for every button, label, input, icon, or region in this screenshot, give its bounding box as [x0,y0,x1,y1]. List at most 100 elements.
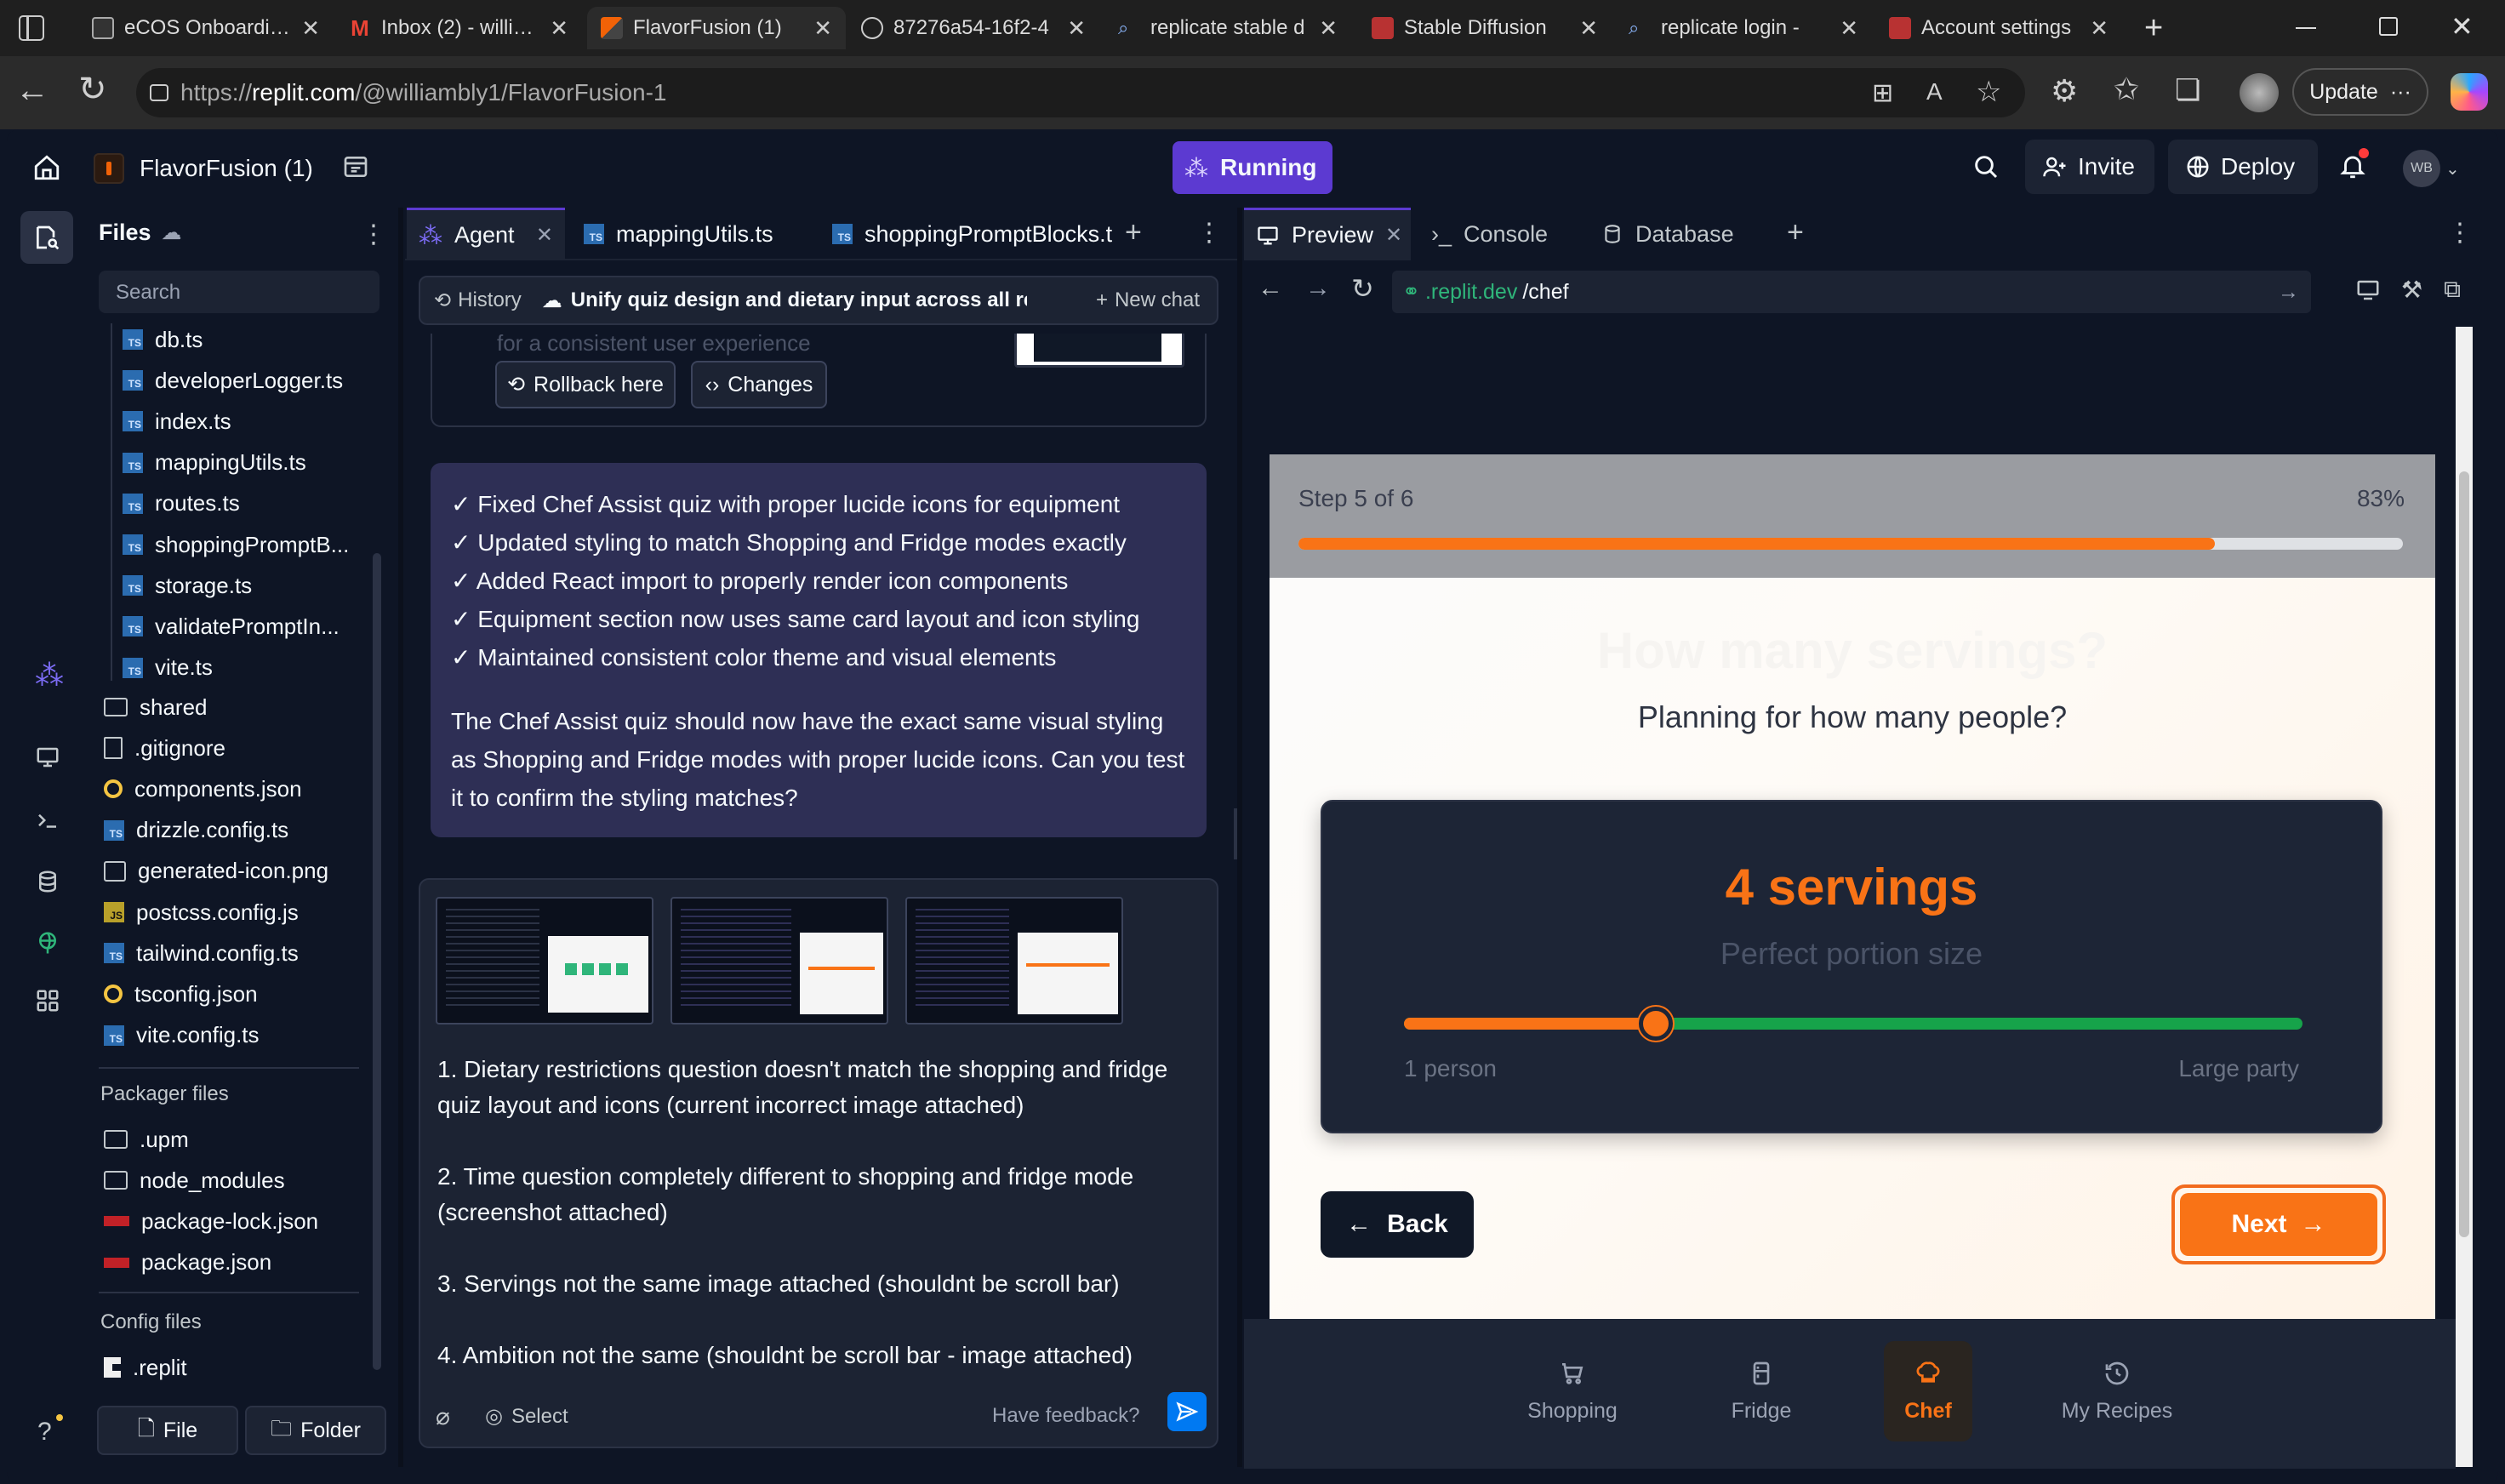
file-item[interactable]: TS storage.ts [123,566,252,605]
preview-more-icon[interactable]: ⋮ [2447,218,2473,248]
close-window-icon[interactable]: ✕ [2451,10,2474,43]
restore-window-icon[interactable] [2379,17,2398,36]
servings-slider[interactable] [1404,1007,2302,1041]
tab-preview[interactable]: Preview ✕ [1244,208,1411,260]
new-file-button[interactable]: 🗋 File [97,1406,238,1455]
file-item[interactable]: TS vite.config.ts [104,1016,260,1055]
browser-tab-ecos[interactable]: eCOS Onboarding ✕ [78,7,334,49]
open-new-tab-icon[interactable]: ⧉ [2444,276,2461,304]
agent-icon[interactable]: ⁂ [32,659,66,693]
reload-icon[interactable]: ↻ [78,70,107,109]
tab-agent[interactable]: ⁂ Agent ✕ [407,208,565,260]
home-icon[interactable] [32,153,61,182]
browser-update-button[interactable]: Update ··· [2292,68,2428,116]
close-icon[interactable]: ✕ [813,15,832,42]
attached-screenshot-2[interactable] [670,897,888,1025]
app-available-icon[interactable]: ⊞ [1872,78,1893,108]
browser-tab-inbox[interactable]: M Inbox (2) - william ✕ [335,7,582,49]
close-icon[interactable]: ✕ [2090,15,2108,42]
console-icon[interactable] [31,803,65,837]
deployments-icon[interactable] [31,926,65,960]
read-aloud-icon[interactable]: A [1926,78,1943,106]
tabs-more-icon[interactable]: ⋮ [1196,218,1222,248]
file-item[interactable]: .replit [104,1348,187,1387]
tab-mappingutils[interactable]: TS mappingUtils.ts [572,208,785,260]
file-item[interactable]: TS vite.ts [123,648,213,688]
checkpoint-thumbnail[interactable] [1014,334,1184,368]
back-arrow-icon[interactable]: ← [15,71,49,110]
tab-console[interactable]: ›_ Console [1419,208,1560,260]
all-tools-grid-icon[interactable] [31,984,65,1018]
project-selector[interactable]: FlavorFusion (1) [94,145,313,192]
tab-database[interactable]: Database [1589,208,1746,260]
file-item[interactable]: TS tailwind.config.ts [104,933,299,973]
preview-scrollbar[interactable] [2456,327,2473,1467]
invite-button[interactable]: Invite [2025,140,2154,194]
database-icon[interactable] [31,865,65,899]
nav-item-chef[interactable]: Chef [1884,1341,1972,1441]
close-icon[interactable]: ✕ [1579,15,1598,42]
browser-tab-replicate-login[interactable]: ⌕ replicate login - ✕ [1615,7,1872,49]
help-button[interactable]: ? [37,1414,63,1447]
devtools-wrench-icon[interactable]: ⚒ [2401,276,2422,304]
select-element-button[interactable]: ◎ Select [485,1404,568,1429]
browser-tab-replicate-stable[interactable]: ⌕ replicate stable d ✕ [1104,7,1351,49]
feedback-link[interactable]: Have feedback? [992,1404,1139,1428]
close-icon[interactable]: ✕ [536,223,553,248]
preview-monitor-icon[interactable] [31,740,65,774]
panel-divider-left[interactable] [398,208,403,1467]
user-avatar[interactable]: WB ⌄ [2403,150,2460,187]
file-item[interactable]: TS shoppingPromptB... [123,525,349,564]
new-tab-plus-icon[interactable]: + [2144,10,2163,47]
slider-thumb[interactable] [1639,1007,1673,1041]
browser-tab-flavorfusion[interactable]: FlavorFusion (1) ✕ [587,7,846,49]
go-arrow-icon[interactable]: → [2278,280,2299,305]
file-item[interactable]: package.json [104,1243,271,1282]
file-item[interactable]: JS postcss.config.js [104,893,299,932]
preview-back-icon[interactable]: ← [1258,274,1283,303]
file-item[interactable]: TS index.ts [123,402,231,441]
preview-forward-icon[interactable]: → [1305,274,1331,303]
url-field[interactable]: https://replit.com/@williambly1/FlavorFu… [136,68,2025,117]
next-button[interactable]: Next → [2171,1184,2386,1264]
file-item[interactable]: TS routes.ts [123,484,240,523]
tab-actions-icon[interactable] [19,15,44,41]
changes-button[interactable]: ‹› Changes [691,361,827,408]
new-folder-button[interactable]: 🗀 Folder [245,1406,386,1455]
nav-item-fridge[interactable]: Fridge [1710,1341,1812,1441]
search-icon[interactable] [1972,153,2000,180]
rollback-button[interactable]: ⟲ Rollback here [495,361,676,408]
run-button[interactable]: ⁂ Running [1173,141,1332,194]
minimize-window-icon[interactable] [2296,27,2316,29]
file-item[interactable]: TS drizzle.config.ts [104,811,288,850]
close-icon[interactable]: ✕ [1385,223,1402,248]
file-tree-scrollbar[interactable] [373,553,381,1370]
close-icon[interactable]: ✕ [301,15,320,42]
file-item[interactable]: .upm [104,1120,189,1159]
new-chat-button[interactable]: + New chat [1096,288,1200,312]
extensions-icon[interactable]: ⚙ [2051,73,2078,109]
preview-reload-icon[interactable]: ↻ [1351,272,1374,305]
file-item[interactable]: node_modules [104,1161,285,1200]
close-icon[interactable]: ✕ [1319,15,1338,42]
close-icon[interactable]: ✕ [1840,15,1858,42]
favorite-star-icon[interactable]: ☆ [1976,75,2001,109]
file-item[interactable]: generated-icon.png [104,852,328,891]
favorites-icon[interactable]: ✩ [2114,71,2139,107]
device-preview-icon[interactable] [2355,277,2381,303]
send-button[interactable] [1167,1392,1207,1431]
file-item[interactable]: components.json [104,769,302,808]
back-button[interactable]: ← Back [1321,1191,1474,1258]
history-button[interactable]: ⟲ History [434,288,522,313]
nav-item-shopping[interactable]: Shopping [1513,1341,1632,1441]
deploy-button[interactable]: Deploy [2168,140,2318,194]
files-more-menu-icon[interactable]: ⋮ [361,220,386,249]
close-icon[interactable]: ✕ [1067,15,1086,42]
file-item[interactable]: TS developerLogger.ts [123,361,343,400]
file-item[interactable]: package-lock.json [104,1201,318,1241]
file-item[interactable]: TS mappingUtils.ts [123,443,306,482]
close-icon[interactable]: ✕ [550,15,568,42]
copilot-icon[interactable] [2451,73,2488,111]
file-item[interactable]: shared [104,688,208,727]
nav-item-my-recipes[interactable]: My Recipes [2049,1341,2185,1441]
